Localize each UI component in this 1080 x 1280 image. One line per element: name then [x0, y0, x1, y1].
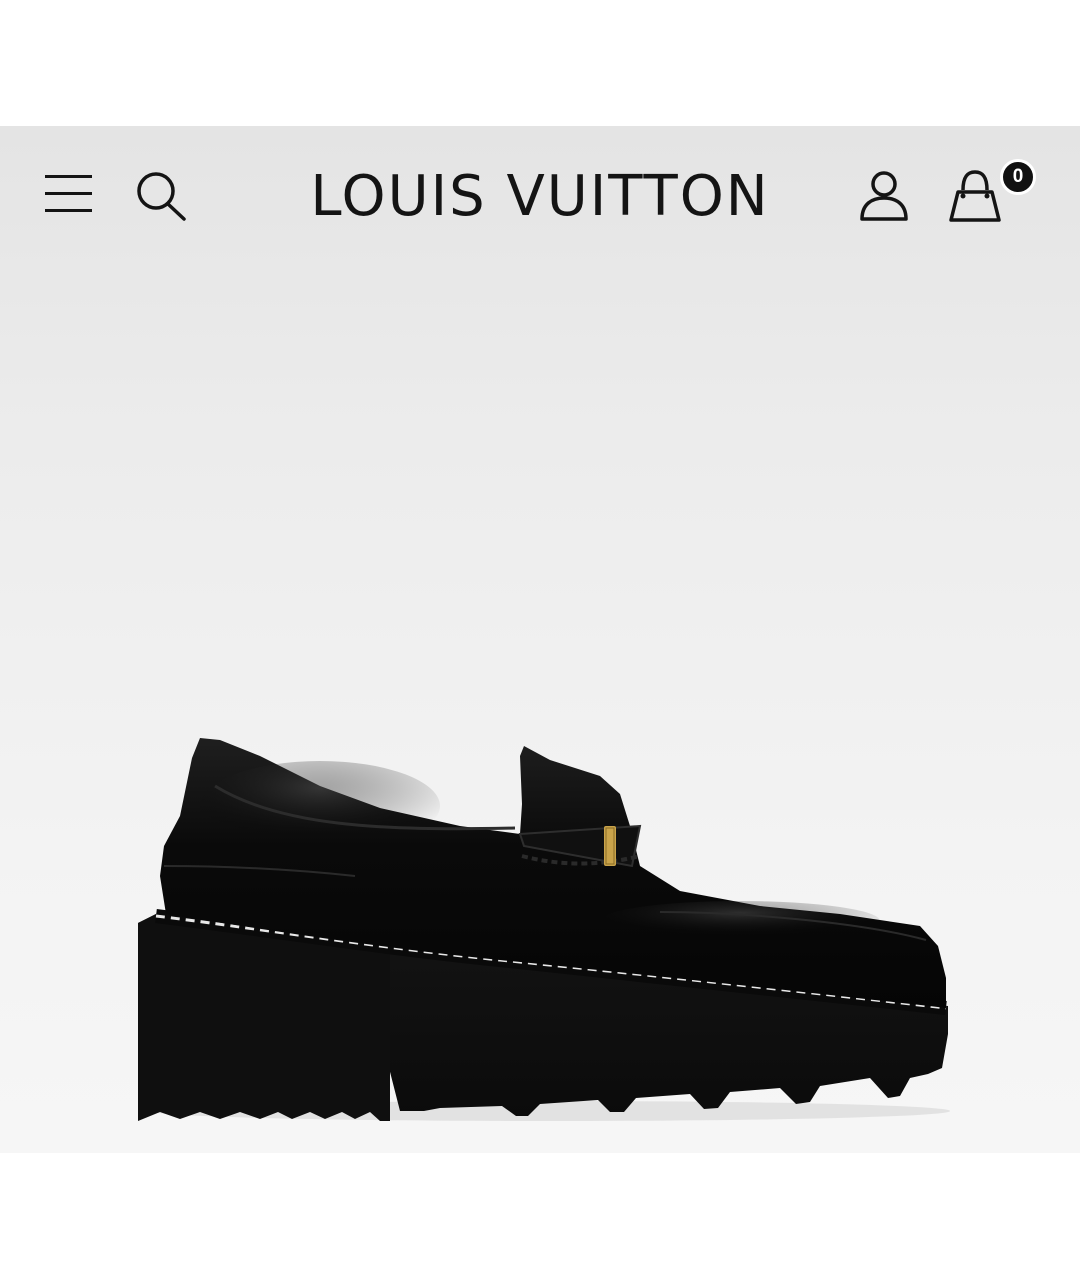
bottom-blank-area — [0, 1153, 1080, 1280]
shopping-bag-icon — [949, 170, 1001, 222]
brand-logo[interactable]: LOUIS VUITTON — [300, 162, 780, 232]
menu-button[interactable] — [44, 171, 94, 217]
search-button[interactable] — [134, 170, 188, 222]
product-hero — [0, 126, 1080, 1153]
search-icon — [137, 172, 186, 221]
account-icon — [860, 171, 908, 221]
status-bar-area — [0, 0, 1080, 126]
hamburger-menu-icon — [45, 175, 92, 212]
product-image[interactable] — [120, 716, 960, 1136]
site-header: LOUIS VUITTON 0 — [0, 126, 1080, 266]
shopping-bag-button[interactable]: 0 — [948, 156, 1038, 222]
account-button[interactable] — [858, 170, 910, 222]
bag-count-badge: 0 — [1000, 159, 1036, 195]
